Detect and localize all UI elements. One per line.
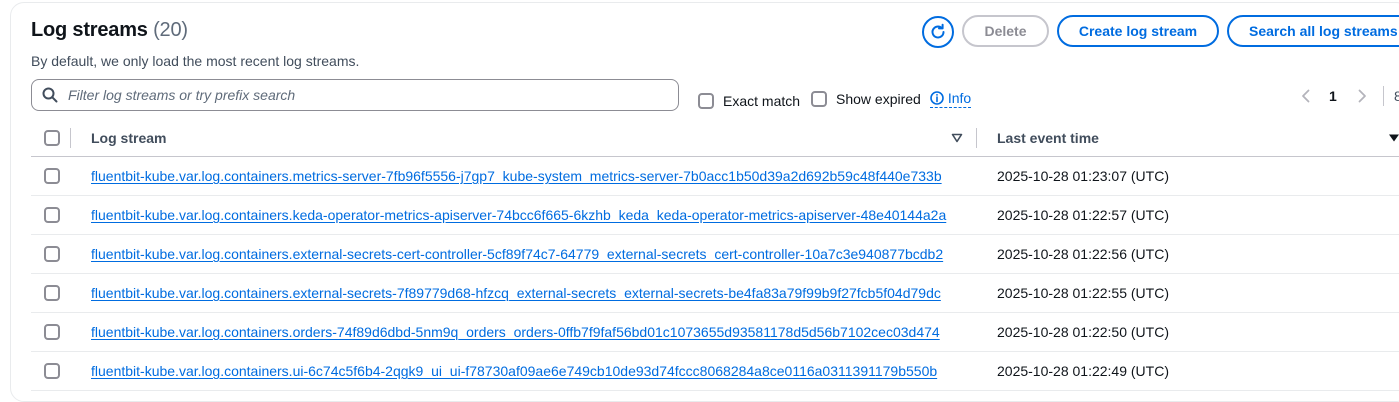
log-stream-link[interactable]: fluentbit-kube.var.log.containers.ui-6c7…	[91, 363, 977, 379]
log-stream-link[interactable]: fluentbit-kube.var.log.containers.extern…	[91, 285, 977, 301]
sort-active-icon[interactable]	[1388, 133, 1399, 143]
log-stream-link[interactable]: fluentbit-kube.var.log.containers.extern…	[91, 246, 977, 262]
last-event-time: 2025-10-28 01:23:07 (UTC)	[997, 168, 1169, 184]
pager-divider	[1383, 86, 1384, 106]
table-row: fluentbit-kube.var.log.containers.ui-6c7…	[31, 352, 1399, 391]
delete-button[interactable]: Delete	[962, 15, 1049, 47]
table-row: fluentbit-kube.var.log.containers.metric…	[31, 157, 1399, 196]
sort-descending-icon[interactable]	[951, 133, 963, 143]
previous-page-icon[interactable]	[1299, 88, 1313, 104]
column-header-log-stream[interactable]: Log stream	[91, 130, 166, 146]
row-checkbox[interactable]	[44, 207, 60, 223]
filter-input[interactable]	[66, 86, 646, 104]
log-stream-link[interactable]: fluentbit-kube.var.log.containers.metric…	[91, 168, 977, 184]
log-stream-link[interactable]: fluentbit-kube.var.log.containers.orders…	[91, 324, 977, 340]
row-checkbox[interactable]	[44, 363, 60, 379]
table-header: Log stream Last event time	[31, 118, 1399, 157]
last-event-time: 2025-10-28 01:22:56 (UTC)	[997, 246, 1169, 262]
log-stream-link[interactable]: fluentbit-kube.var.log.containers.keda-o…	[91, 207, 977, 223]
exact-match-label: Exact match	[723, 93, 801, 109]
filter-search-box[interactable]	[31, 79, 679, 111]
page-title: Log streams (20)	[31, 19, 188, 42]
column-header-last-event-time[interactable]: Last event time	[997, 130, 1099, 146]
page-subtitle: By default, we only load the most recent…	[31, 53, 360, 69]
info-label: Info	[947, 90, 972, 106]
row-checkbox[interactable]	[44, 246, 60, 262]
last-event-time: 2025-10-28 01:22:50 (UTC)	[997, 324, 1169, 340]
column-divider	[70, 128, 71, 148]
search-all-log-streams-button[interactable]: Search all log streams	[1227, 15, 1399, 47]
stream-count: (20)	[153, 19, 188, 41]
show-expired-option[interactable]: Show expired Info	[811, 89, 972, 109]
info-icon	[930, 91, 944, 105]
refresh-button[interactable]	[922, 16, 954, 48]
search-icon	[42, 87, 58, 103]
next-page-icon[interactable]	[1355, 88, 1369, 104]
exact-match-checkbox[interactable]	[698, 93, 714, 109]
info-link[interactable]: Info	[929, 90, 972, 108]
pager-next-value: 8	[1394, 88, 1399, 104]
create-log-stream-button[interactable]: Create log stream	[1057, 15, 1219, 47]
row-checkbox[interactable]	[44, 168, 60, 184]
refresh-icon	[931, 23, 945, 39]
table-row: fluentbit-kube.var.log.containers.orders…	[31, 313, 1399, 352]
column-divider	[976, 128, 977, 148]
row-checkbox[interactable]	[44, 324, 60, 340]
show-expired-checkbox[interactable]	[811, 91, 827, 107]
last-event-time: 2025-10-28 01:22:55 (UTC)	[997, 285, 1169, 301]
table-row: fluentbit-kube.var.log.containers.keda-o…	[31, 196, 1399, 235]
row-checkbox[interactable]	[44, 285, 60, 301]
last-event-time: 2025-10-28 01:22:57 (UTC)	[997, 207, 1169, 223]
exact-match-option[interactable]: Exact match	[698, 91, 800, 111]
current-page-number[interactable]: 1	[1329, 88, 1337, 104]
last-event-time: 2025-10-28 01:22:49 (UTC)	[997, 363, 1169, 379]
table-row: fluentbit-kube.var.log.containers.extern…	[31, 274, 1399, 313]
select-all-checkbox[interactable]	[44, 130, 60, 146]
title-text: Log streams	[31, 19, 148, 41]
show-expired-label: Show expired	[836, 91, 921, 107]
table-row: fluentbit-kube.var.log.containers.extern…	[31, 235, 1399, 274]
